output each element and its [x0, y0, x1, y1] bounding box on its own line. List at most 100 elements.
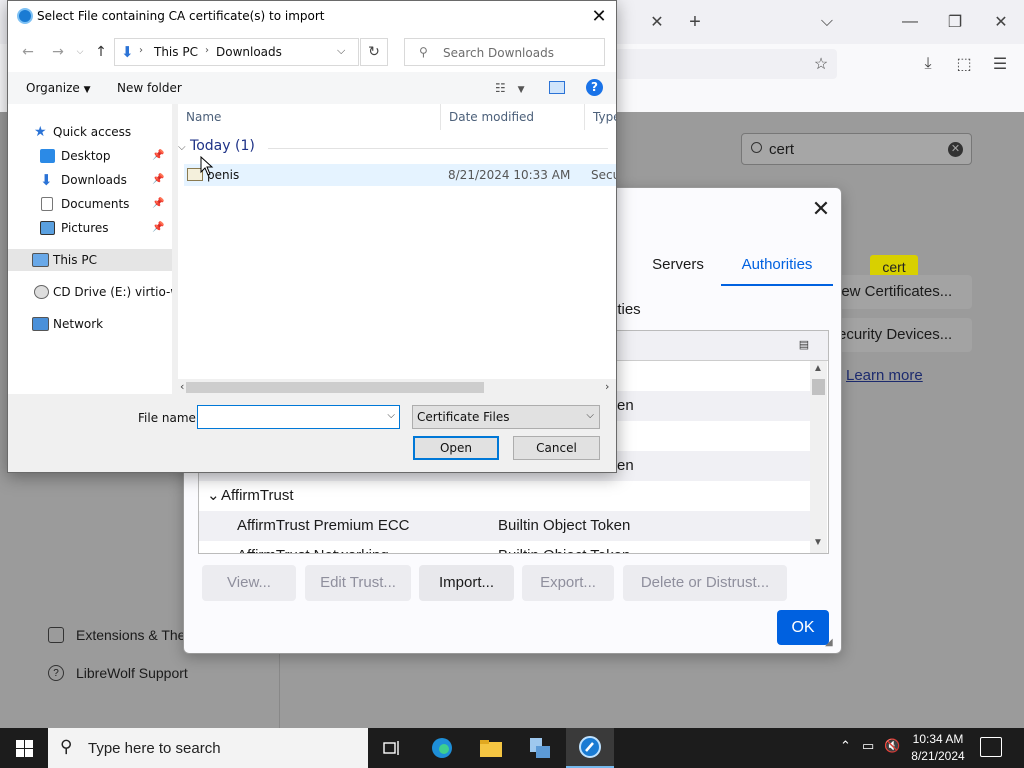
cancel-button[interactable]: Cancel [513, 436, 600, 460]
view-button[interactable]: View... [202, 565, 296, 601]
breadcrumb-downloads[interactable]: Downloads [216, 45, 282, 59]
view-options-icon[interactable]: ☷ ▼ [495, 81, 525, 95]
file-name-input[interactable]: ⌵ [197, 405, 400, 429]
import-button[interactable]: Import... [419, 565, 514, 601]
column-header-name[interactable]: Name [178, 104, 441, 130]
show-hidden-icons-icon[interactable]: ⌃ [840, 738, 851, 754]
notifications-icon[interactable] [980, 737, 1002, 757]
new-tab-icon[interactable]: + [680, 0, 710, 44]
learn-more-link[interactable]: Learn more [846, 367, 923, 384]
refresh-icon[interactable]: ↻ [360, 38, 388, 66]
pin-icon[interactable]: 📌 [152, 145, 164, 167]
edge-icon[interactable] [418, 728, 466, 768]
scroll-left-icon[interactable]: ‹ [180, 380, 184, 393]
scroll-thumb[interactable] [812, 379, 825, 395]
tab-servers[interactable]: Servers [639, 252, 717, 286]
forward-arrow-icon[interactable]: → [48, 42, 68, 62]
pin-icon[interactable]: 📌 [152, 193, 164, 215]
scroll-down-icon[interactable]: ▼ [813, 537, 823, 548]
extensions-icon[interactable]: ⬚ [949, 49, 979, 79]
menu-icon[interactable]: ☰ [985, 49, 1015, 79]
open-button[interactable]: Open [413, 436, 499, 460]
column-header-type[interactable]: Type [585, 104, 616, 130]
bookmark-star-icon[interactable]: ☆ [806, 49, 836, 79]
sidebar-item-support[interactable]: ? LibreWolf Support [48, 665, 188, 681]
resize-grip-icon[interactable]: ◢ [825, 637, 837, 649]
ok-button[interactable]: OK [777, 610, 829, 645]
new-folder-button[interactable]: New folder [117, 81, 182, 95]
nav-item-documents[interactable]: Documents 📌 [8, 193, 172, 215]
network-status-icon[interactable]: ▭ [862, 738, 874, 754]
view-certificates-button[interactable]: iew Certificates... [830, 275, 972, 309]
scroll-thumb[interactable] [186, 382, 484, 393]
chevron-down-icon[interactable]: ⌵ [337, 44, 345, 58]
pin-icon[interactable]: 📌 [152, 217, 164, 239]
recent-locations-icon[interactable]: ⌵ [70, 42, 90, 62]
dialog-titlebar[interactable]: Select File containing CA certificate(s)… [8, 1, 616, 32]
token-cell: Builtin Object Token [498, 541, 630, 553]
delete-distrust-button[interactable]: Delete or Distrust... [623, 565, 787, 601]
nav-item-quick-access[interactable]: ★ Quick access [8, 121, 172, 143]
close-tab-icon[interactable]: ✕ [642, 0, 672, 44]
nav-item-network[interactable]: Network [8, 313, 172, 335]
sidebar-item-extensions[interactable]: Extensions & The [48, 627, 185, 643]
table-row[interactable]: AffirmTrust Networking Builtin Object To… [199, 541, 811, 553]
clock[interactable]: 10:34 AM 8/21/2024 [900, 731, 976, 765]
list-item[interactable]: penis 8/21/2024 10:33 AM Security Certif… [184, 164, 616, 186]
search-input[interactable]: ⚲ Search Downloads [404, 38, 605, 66]
up-arrow-icon[interactable]: ↑ [91, 42, 111, 62]
pin-icon[interactable]: 📌 [152, 169, 164, 191]
clear-search-icon[interactable]: ✕ [948, 142, 963, 157]
start-button[interactable] [0, 728, 48, 768]
chevron-down-icon[interactable]: ⌵ [586, 410, 594, 421]
url-bar[interactable] [615, 49, 837, 79]
volume-muted-icon[interactable]: 🔇 [884, 738, 900, 754]
expand-chevron-icon[interactable]: ⌄ [207, 481, 220, 511]
vertical-scrollbar[interactable]: ▲ ▼ [810, 361, 827, 553]
group-row[interactable]: ⌄ AffirmTrust [199, 481, 811, 511]
restore-icon[interactable]: ❐ [940, 0, 970, 44]
network-icon [32, 317, 49, 331]
list-tabs-icon[interactable]: ⌵ [812, 0, 842, 44]
close-icon[interactable]: ✕ [582, 1, 616, 32]
breadcrumb-separator-icon[interactable]: › [205, 45, 209, 56]
search-icon: ⚲ [419, 45, 428, 59]
horizontal-scrollbar[interactable]: ‹ › [178, 379, 616, 396]
export-button[interactable]: Export... [522, 565, 614, 601]
table-row[interactable]: AffirmTrust Premium ECC Builtin Object T… [199, 511, 811, 541]
security-devices-button[interactable]: ecurity Devices... [830, 318, 972, 352]
task-view-icon[interactable] [368, 728, 416, 768]
close-icon[interactable]: ✕ [809, 198, 833, 222]
network-app-icon[interactable] [516, 728, 564, 768]
collapse-chevron-icon[interactable]: ⌵ [178, 142, 186, 153]
file-list[interactable]: Name Date modified Type ⌵ Today (1) peni… [178, 104, 616, 396]
librewolf-taskbar-icon[interactable] [566, 728, 614, 768]
nav-item-pictures[interactable]: Pictures 📌 [8, 217, 172, 239]
nav-item-cd-drive[interactable]: CD Drive (E:) virtio-w [8, 281, 172, 303]
breadcrumb-this-pc[interactable]: This PC [154, 45, 198, 59]
preferences-search-input[interactable]: cert ✕ [741, 133, 972, 165]
scroll-up-icon[interactable]: ▲ [813, 363, 823, 374]
help-icon[interactable]: ? [586, 79, 603, 96]
close-window-icon[interactable]: ✕ [986, 0, 1016, 44]
minimize-icon[interactable]: — [895, 0, 925, 44]
organize-button[interactable]: Organize ▼ [26, 81, 91, 95]
group-header[interactable]: ⌵ Today (1) [178, 138, 255, 154]
scroll-right-icon[interactable]: › [605, 380, 609, 393]
nav-item-desktop[interactable]: Desktop 📌 [8, 145, 172, 167]
address-bar[interactable]: ⬇ › This PC › Downloads ⌵ [114, 38, 359, 66]
column-picker-icon[interactable]: ▤ [797, 338, 811, 352]
edit-trust-button[interactable]: Edit Trust... [305, 565, 411, 601]
breadcrumb-separator-icon[interactable]: › [139, 45, 143, 56]
chevron-down-icon[interactable]: ⌵ [387, 410, 395, 421]
preview-pane-icon[interactable] [549, 81, 565, 94]
column-header-date[interactable]: Date modified [441, 104, 585, 130]
nav-item-downloads[interactable]: ⬇ Downloads 📌 [8, 169, 172, 191]
taskbar-search[interactable]: ⚲ Type here to search [48, 728, 368, 768]
file-explorer-icon[interactable] [467, 728, 515, 768]
tab-authorities[interactable]: Authorities [721, 252, 833, 286]
back-arrow-icon[interactable]: ← [18, 42, 38, 62]
downloads-icon[interactable]: ⤓ [913, 49, 943, 79]
file-type-select[interactable]: Certificate Files ⌵ [412, 405, 600, 429]
nav-item-this-pc[interactable]: This PC [8, 249, 172, 271]
